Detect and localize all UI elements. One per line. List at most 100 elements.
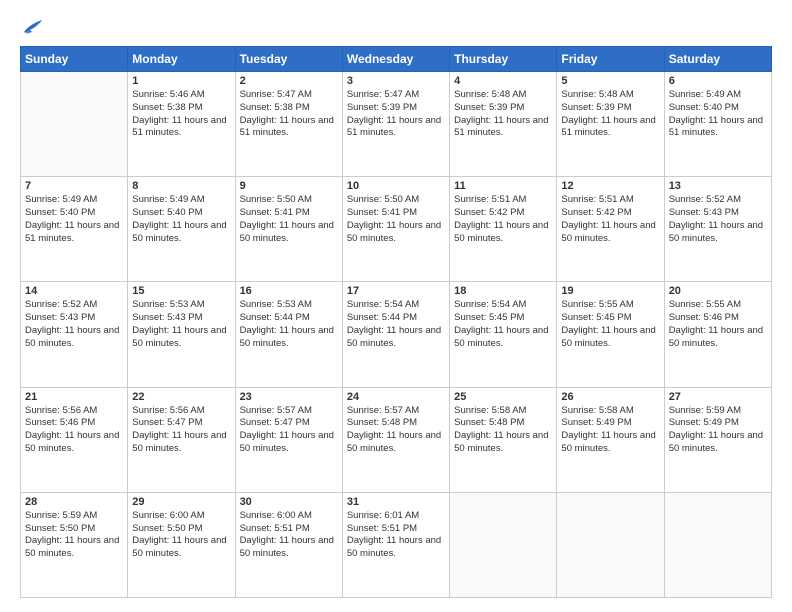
calendar-day-cell: 24Sunrise: 5:57 AMSunset: 5:48 PMDayligh… <box>342 387 449 492</box>
calendar-header-cell: Thursday <box>450 47 557 72</box>
day-number: 29 <box>132 496 230 508</box>
calendar-day-cell: 9 Sunrise: 5:50 AMSunset: 5:41 PMDaylight… <box>235 177 342 282</box>
calendar-day-cell: 6Sunrise: 5:49 AMSunset: 5:40 PMDaylight… <box>664 72 771 177</box>
calendar-day-cell: 25Sunrise: 5:58 AMSunset: 5:48 PMDayligh… <box>450 387 557 492</box>
day-detail: Sunrise: 5:46 AMSunset: 5:38 PMDaylight:… <box>132 89 230 140</box>
day-number: 11 <box>454 180 552 192</box>
day-detail: Sunrise: 5:57 AMSunset: 5:48 PMDaylight:… <box>347 405 445 456</box>
calendar-header-cell: Friday <box>557 47 664 72</box>
day-number: 12 <box>561 180 659 192</box>
day-detail: Sunrise: 5:52 AMSunset: 5:43 PMDaylight:… <box>669 194 767 245</box>
calendar-day-cell: 4 Sunrise: 5:48 AMSunset: 5:39 PMDaylight… <box>450 72 557 177</box>
day-number: 4 <box>454 75 552 87</box>
day-number: 18 <box>454 285 552 297</box>
calendar-day-cell: 2 Sunrise: 5:47 AMSunset: 5:38 PMDaylight… <box>235 72 342 177</box>
calendar-day-cell: 26 Sunrise: 5:58 AMSunset: 5:49 PMDayligh… <box>557 387 664 492</box>
day-detail: Sunrise: 5:50 AMSunset: 5:41 PMDaylight:… <box>347 194 445 245</box>
calendar-day-cell: 23Sunrise: 5:57 AMSunset: 5:47 PMDayligh… <box>235 387 342 492</box>
day-detail: Sunrise: 5:48 AMSunset: 5:39 PMDaylight:… <box>561 89 659 140</box>
calendar-day-cell: 15 Sunrise: 5:53 AMSunset: 5:43 PMDayligh… <box>128 282 235 387</box>
day-number: 31 <box>347 496 445 508</box>
calendar-header-cell: Monday <box>128 47 235 72</box>
day-number: 5 <box>561 75 659 87</box>
day-number: 14 <box>25 285 123 297</box>
day-number: 1 <box>132 75 230 87</box>
calendar-header-cell: Wednesday <box>342 47 449 72</box>
calendar-day-cell: 3Sunrise: 5:47 AMSunset: 5:39 PMDaylight… <box>342 72 449 177</box>
day-number: 21 <box>25 391 123 403</box>
calendar-day-cell <box>450 492 557 597</box>
calendar-day-cell: 18 Sunrise: 5:54 AMSunset: 5:45 PMDayligh… <box>450 282 557 387</box>
calendar-day-cell: 12 Sunrise: 5:51 AMSunset: 5:42 PMDayligh… <box>557 177 664 282</box>
day-number: 17 <box>347 285 445 297</box>
logo-bird-icon <box>22 18 44 36</box>
calendar-day-cell: 14 Sunrise: 5:52 AMSunset: 5:43 PMDayligh… <box>21 282 128 387</box>
calendar-week-row: 28 Sunrise: 5:59 AMSunset: 5:50 PMDayligh… <box>21 492 772 597</box>
day-number: 13 <box>669 180 767 192</box>
day-number: 30 <box>240 496 338 508</box>
day-number: 23 <box>240 391 338 403</box>
day-detail: Sunrise: 5:58 AMSunset: 5:49 PMDaylight:… <box>561 405 659 456</box>
day-number: 25 <box>454 391 552 403</box>
day-number: 15 <box>132 285 230 297</box>
day-detail: Sunrise: 6:01 AMSunset: 5:51 PMDaylight:… <box>347 510 445 561</box>
calendar-week-row: 14 Sunrise: 5:52 AMSunset: 5:43 PMDayligh… <box>21 282 772 387</box>
calendar-day-cell: 16 Sunrise: 5:53 AMSunset: 5:44 PMDayligh… <box>235 282 342 387</box>
day-detail: Sunrise: 5:53 AMSunset: 5:44 PMDaylight:… <box>240 299 338 350</box>
calendar-day-cell: 10 Sunrise: 5:50 AMSunset: 5:41 PMDayligh… <box>342 177 449 282</box>
day-detail: Sunrise: 5:49 AMSunset: 5:40 PMDaylight:… <box>132 194 230 245</box>
day-number: 9 <box>240 180 338 192</box>
day-detail: Sunrise: 5:50 AMSunset: 5:41 PMDaylight:… <box>240 194 338 245</box>
calendar-day-cell <box>557 492 664 597</box>
logo <box>20 18 44 36</box>
day-detail: Sunrise: 5:52 AMSunset: 5:43 PMDaylight:… <box>25 299 123 350</box>
calendar-header-cell: Saturday <box>664 47 771 72</box>
day-number: 2 <box>240 75 338 87</box>
day-number: 28 <box>25 496 123 508</box>
day-detail: Sunrise: 5:54 AMSunset: 5:45 PMDaylight:… <box>454 299 552 350</box>
day-detail: Sunrise: 5:56 AMSunset: 5:46 PMDaylight:… <box>25 405 123 456</box>
calendar-day-cell: 1 Sunrise: 5:46 AMSunset: 5:38 PMDaylight… <box>128 72 235 177</box>
calendar-day-cell: 13 Sunrise: 5:52 AMSunset: 5:43 PMDayligh… <box>664 177 771 282</box>
calendar-week-row: 1 Sunrise: 5:46 AMSunset: 5:38 PMDaylight… <box>21 72 772 177</box>
day-detail: Sunrise: 6:00 AMSunset: 5:51 PMDaylight:… <box>240 510 338 561</box>
day-number: 6 <box>669 75 767 87</box>
day-number: 22 <box>132 391 230 403</box>
calendar-day-cell: 30 Sunrise: 6:00 AMSunset: 5:51 PMDayligh… <box>235 492 342 597</box>
day-detail: Sunrise: 5:59 AMSunset: 5:49 PMDaylight:… <box>669 405 767 456</box>
page: SundayMondayTuesdayWednesdayThursdayFrid… <box>0 0 792 612</box>
calendar-day-cell: 5 Sunrise: 5:48 AMSunset: 5:39 PMDaylight… <box>557 72 664 177</box>
calendar-day-cell: 7Sunrise: 5:49 AMSunset: 5:40 PMDaylight… <box>21 177 128 282</box>
day-number: 7 <box>25 180 123 192</box>
calendar-day-cell: 31 Sunrise: 6:01 AMSunset: 5:51 PMDayligh… <box>342 492 449 597</box>
calendar-day-cell: 17 Sunrise: 5:54 AMSunset: 5:44 PMDayligh… <box>342 282 449 387</box>
calendar-week-row: 21 Sunrise: 5:56 AMSunset: 5:46 PMDayligh… <box>21 387 772 492</box>
day-number: 27 <box>669 391 767 403</box>
calendar-day-cell: 27 Sunrise: 5:59 AMSunset: 5:49 PMDayligh… <box>664 387 771 492</box>
day-number: 19 <box>561 285 659 297</box>
day-detail: Sunrise: 5:59 AMSunset: 5:50 PMDaylight:… <box>25 510 123 561</box>
calendar-table: SundayMondayTuesdayWednesdayThursdayFrid… <box>20 46 772 598</box>
calendar-day-cell: 8 Sunrise: 5:49 AMSunset: 5:40 PMDaylight… <box>128 177 235 282</box>
day-number: 8 <box>132 180 230 192</box>
calendar-day-cell: 28 Sunrise: 5:59 AMSunset: 5:50 PMDayligh… <box>21 492 128 597</box>
day-detail: Sunrise: 5:55 AMSunset: 5:46 PMDaylight:… <box>669 299 767 350</box>
day-detail: Sunrise: 5:53 AMSunset: 5:43 PMDaylight:… <box>132 299 230 350</box>
calendar-day-cell: 11 Sunrise: 5:51 AMSunset: 5:42 PMDayligh… <box>450 177 557 282</box>
day-detail: Sunrise: 5:54 AMSunset: 5:44 PMDaylight:… <box>347 299 445 350</box>
day-detail: Sunrise: 5:51 AMSunset: 5:42 PMDaylight:… <box>561 194 659 245</box>
day-detail: Sunrise: 5:56 AMSunset: 5:47 PMDaylight:… <box>132 405 230 456</box>
day-number: 16 <box>240 285 338 297</box>
day-number: 26 <box>561 391 659 403</box>
calendar-day-cell <box>664 492 771 597</box>
day-number: 20 <box>669 285 767 297</box>
calendar-week-row: 7 Sunrise: 5:49 AMSunset: 5:40 PMDaylight… <box>21 177 772 282</box>
calendar-day-cell: 29Sunrise: 6:00 AMSunset: 5:50 PMDayligh… <box>128 492 235 597</box>
calendar-header-row: SundayMondayTuesdayWednesdayThursdayFrid… <box>21 47 772 72</box>
day-detail: Sunrise: 5:48 AMSunset: 5:39 PMDaylight:… <box>454 89 552 140</box>
calendar-day-cell: 20 Sunrise: 5:55 AMSunset: 5:46 PMDayligh… <box>664 282 771 387</box>
day-number: 10 <box>347 180 445 192</box>
day-detail: Sunrise: 5:47 AMSunset: 5:38 PMDaylight:… <box>240 89 338 140</box>
day-detail: Sunrise: 5:51 AMSunset: 5:42 PMDaylight:… <box>454 194 552 245</box>
calendar-day-cell: 19Sunrise: 5:55 AMSunset: 5:45 PMDayligh… <box>557 282 664 387</box>
